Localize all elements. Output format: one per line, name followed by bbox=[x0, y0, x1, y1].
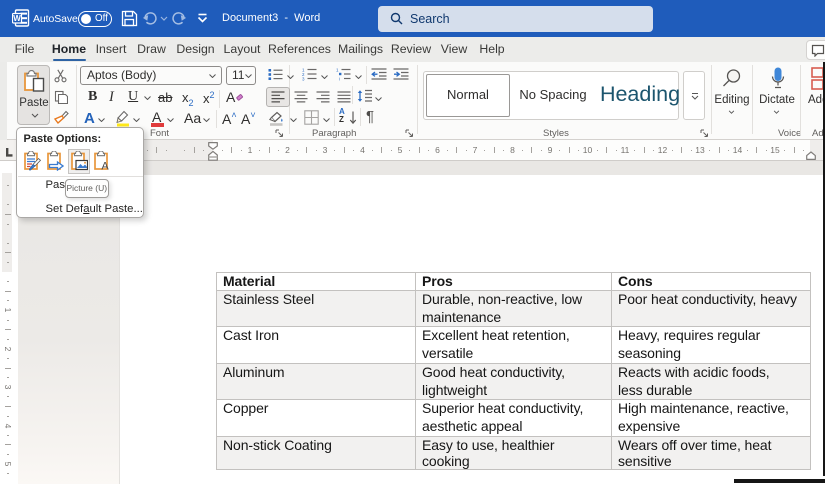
svg-text:W: W bbox=[13, 14, 21, 23]
svg-text:1: 1 bbox=[336, 68, 339, 73]
svg-text:i: i bbox=[339, 77, 340, 82]
svg-text:3: 3 bbox=[302, 77, 305, 82]
svg-text:A: A bbox=[101, 161, 109, 172]
